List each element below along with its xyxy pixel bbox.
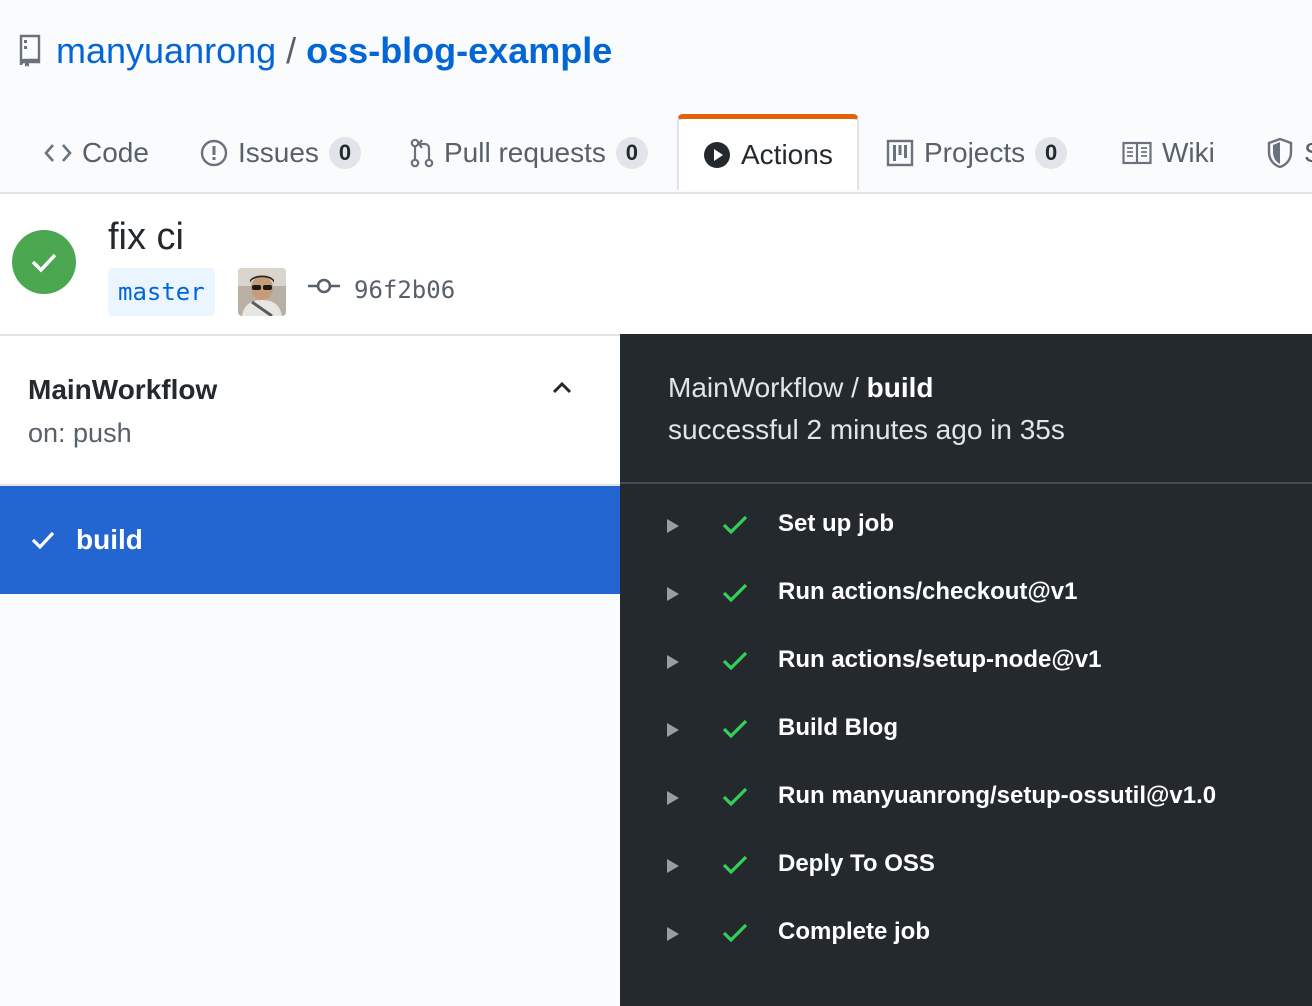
- log-panel: MainWorkflow / build successful 2 minute…: [620, 334, 1312, 1006]
- workflow-header: MainWorkflow on: push: [0, 336, 620, 486]
- step-item[interactable]: Deply To OSS: [620, 832, 1312, 900]
- tab-label: Wiki: [1162, 137, 1215, 168]
- check-icon: [30, 251, 58, 273]
- repo-header: manyuanrong / oss-blog-example Code Issu…: [0, 0, 1312, 194]
- triangle-right-icon[interactable]: [666, 858, 680, 874]
- issue-icon: [200, 139, 228, 167]
- check-icon: [722, 854, 748, 876]
- check-icon: [722, 718, 748, 740]
- tab-code[interactable]: Code: [44, 114, 149, 192]
- triangle-right-icon[interactable]: [666, 518, 680, 534]
- check-icon: [722, 650, 748, 672]
- step-name: Run actions/checkout@v1: [778, 578, 1078, 605]
- log-title: MainWorkflow / build: [668, 372, 934, 404]
- step-item[interactable]: Run actions/checkout@v1: [620, 560, 1312, 628]
- workflow-trigger: on: push: [28, 418, 132, 448]
- tab-label: Issues: [238, 137, 319, 168]
- check-icon: [30, 530, 56, 550]
- log-summary: successful 2 minutes ago in 35s: [668, 414, 1065, 445]
- project-icon: [886, 139, 914, 167]
- run-status-badge: [12, 230, 76, 294]
- code-icon: [44, 142, 72, 164]
- repo-title: manyuanrong / oss-blog-example: [18, 30, 612, 72]
- job-name: build: [76, 524, 143, 555]
- step-item[interactable]: Complete job: [620, 900, 1312, 968]
- workflow-sidebar: MainWorkflow on: push build: [0, 336, 620, 1006]
- step-name: Build Blog: [778, 714, 898, 741]
- avatar[interactable]: [238, 268, 286, 316]
- step-name: Run actions/setup-node@v1: [778, 646, 1102, 673]
- repo-name-link[interactable]: oss-blog-example: [306, 30, 612, 72]
- triangle-right-icon[interactable]: [666, 926, 680, 942]
- run-title: fix ci: [108, 216, 184, 258]
- log-job-name: build: [866, 372, 934, 403]
- triangle-right-icon[interactable]: [666, 654, 680, 670]
- check-icon: [722, 514, 748, 536]
- log-header: MainWorkflow / build successful 2 minute…: [620, 334, 1312, 484]
- repo-separator: /: [286, 30, 297, 71]
- pull-requests-counter: 0: [615, 137, 648, 169]
- run-header: fix ci master 96f2b06: [0, 194, 1312, 336]
- triangle-right-icon[interactable]: [666, 586, 680, 602]
- commit-sha[interactable]: 96f2b06: [354, 276, 455, 304]
- projects-counter: 0: [1035, 137, 1068, 169]
- triangle-right-icon[interactable]: [666, 722, 680, 738]
- log-separator: /: [843, 372, 867, 403]
- tab-label: Pull requests: [444, 137, 606, 168]
- play-icon: [703, 141, 731, 169]
- tab-label: Projects: [924, 137, 1026, 168]
- log-workflow-name: MainWorkflow: [668, 372, 844, 403]
- triangle-right-icon[interactable]: [666, 790, 680, 806]
- check-icon: [722, 786, 748, 808]
- tab-issues[interactable]: Issues 0: [200, 114, 361, 192]
- tab-label: Actions: [741, 138, 833, 170]
- book-icon: [1122, 141, 1152, 165]
- pull-request-icon: [410, 138, 434, 168]
- repo-owner-link[interactable]: manyuanrong: [56, 30, 276, 72]
- step-item[interactable]: Build Blog: [620, 696, 1312, 764]
- chevron-up-icon[interactable]: [548, 378, 576, 398]
- step-name: Deply To OSS: [778, 850, 935, 877]
- shield-icon: [1266, 137, 1294, 169]
- tab-wiki[interactable]: Wiki: [1122, 114, 1215, 192]
- tab-label: Code: [82, 137, 149, 168]
- tab-security[interactable]: S: [1266, 114, 1312, 192]
- step-item[interactable]: Set up job: [620, 492, 1312, 560]
- step-name: Complete job: [778, 918, 931, 945]
- tab-actions[interactable]: Actions: [677, 114, 859, 190]
- workflow-name: MainWorkflow: [28, 374, 218, 405]
- commit-icon: [308, 278, 340, 294]
- step-name: Set up job: [778, 510, 894, 537]
- step-item[interactable]: Run actions/setup-node@v1: [620, 628, 1312, 696]
- repo-nav-tabs: Code Issues 0 Pull requests 0 Actions Pr…: [0, 114, 1312, 194]
- branch-label[interactable]: master: [108, 268, 215, 316]
- step-item[interactable]: Run manyuanrong/setup-ossutil@v1.0: [620, 764, 1312, 832]
- issues-counter: 0: [328, 137, 361, 169]
- step-name: Run manyuanrong/setup-ossutil@v1.0: [778, 782, 1217, 809]
- check-icon: [722, 922, 748, 944]
- tab-pull-requests[interactable]: Pull requests 0: [410, 114, 648, 192]
- job-item-build[interactable]: build: [0, 486, 620, 594]
- check-icon: [722, 582, 748, 604]
- step-list: Set up job Run actions/checkout@v1 Run a…: [620, 492, 1312, 968]
- tab-label: S: [1304, 137, 1312, 169]
- tab-projects[interactable]: Projects 0: [886, 114, 1068, 192]
- repo-icon: [18, 34, 42, 68]
